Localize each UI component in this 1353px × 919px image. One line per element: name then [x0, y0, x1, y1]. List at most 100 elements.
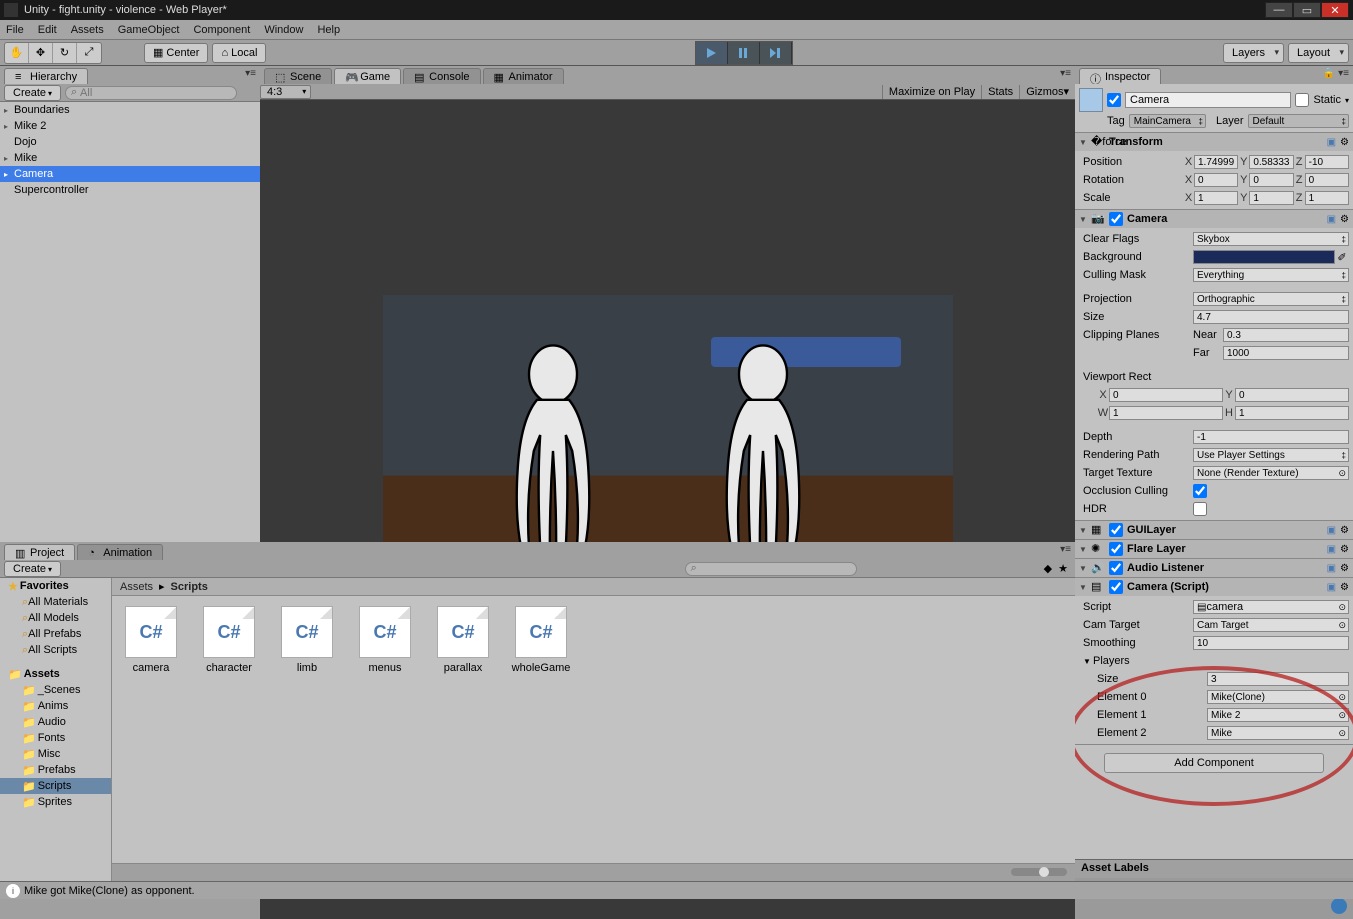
- hand-tool-icon[interactable]: ✋: [5, 43, 29, 63]
- hierarchy-item[interactable]: Dojo: [0, 134, 260, 150]
- pane-options-icon[interactable]: ▾≡: [245, 68, 256, 79]
- audiolistener-enabled-checkbox[interactable]: [1109, 561, 1123, 575]
- occlusion-culling-checkbox[interactable]: [1193, 484, 1207, 498]
- hierarchy-item-selected[interactable]: ▸Camera: [0, 166, 260, 182]
- pos-y-field[interactable]: 0.58333: [1249, 155, 1293, 169]
- folder-item[interactable]: 📁Anims: [0, 698, 111, 714]
- favorite-item[interactable]: ⌕ All Models: [0, 610, 111, 626]
- minimize-button[interactable]: —: [1265, 2, 1293, 18]
- smoothing-field[interactable]: 10: [1193, 636, 1349, 650]
- element2-field[interactable]: Mike: [1207, 726, 1349, 740]
- help-icon[interactable]: ▣: [1327, 137, 1336, 148]
- rot-y-field[interactable]: 0: [1249, 173, 1293, 187]
- play-button[interactable]: [696, 42, 728, 64]
- menu-window[interactable]: Window: [264, 24, 303, 36]
- info-icon[interactable]: i: [6, 884, 20, 898]
- stats-toggle[interactable]: Stats: [981, 85, 1019, 99]
- favorites-header[interactable]: ★Favorites: [0, 578, 111, 594]
- folder-item[interactable]: 📁Audio: [0, 714, 111, 730]
- hierarchy-search-input[interactable]: [65, 86, 237, 100]
- layout-dropdown[interactable]: Layout: [1288, 43, 1349, 63]
- guilayer-enabled-checkbox[interactable]: [1109, 523, 1123, 537]
- hierarchy-create-button[interactable]: Create: [4, 85, 61, 101]
- menu-component[interactable]: Component: [193, 24, 250, 36]
- close-button[interactable]: ✕: [1321, 2, 1349, 18]
- projection-dropdown[interactable]: Orthographic: [1193, 292, 1349, 306]
- pos-x-field[interactable]: 1.74999: [1194, 155, 1238, 169]
- tab-scene[interactable]: ⬚Scene: [264, 68, 332, 84]
- audiolistener-header[interactable]: ▼🔊Audio Listener▣⚙: [1075, 559, 1353, 577]
- pane-options-icon[interactable]: ▾≡: [1060, 544, 1071, 555]
- tab-console[interactable]: ▤Console: [403, 68, 480, 84]
- menu-edit[interactable]: Edit: [38, 24, 57, 36]
- assets-header[interactable]: 📁Assets: [0, 666, 111, 682]
- camera-enabled-checkbox[interactable]: [1109, 212, 1123, 226]
- layer-dropdown[interactable]: Default: [1248, 114, 1349, 128]
- menu-gameobject[interactable]: GameObject: [118, 24, 180, 36]
- menu-file[interactable]: File: [6, 24, 24, 36]
- tab-hierarchy[interactable]: ≡Hierarchy: [4, 68, 88, 84]
- scale-tool-icon[interactable]: ⤢: [77, 43, 101, 63]
- gear-icon[interactable]: ⚙: [1340, 137, 1349, 148]
- help-icon[interactable]: ▣: [1327, 582, 1336, 593]
- players-size-field[interactable]: 3: [1207, 672, 1349, 686]
- background-color-field[interactable]: [1193, 250, 1335, 264]
- folder-item[interactable]: 📁_Scenes: [0, 682, 111, 698]
- breadcrumb-seg[interactable]: Scripts: [171, 581, 208, 593]
- breadcrumb-seg[interactable]: Assets: [120, 581, 153, 593]
- project-create-button[interactable]: Create: [4, 561, 61, 577]
- far-field[interactable]: 1000: [1223, 346, 1349, 360]
- gear-icon[interactable]: ⚙: [1340, 563, 1349, 574]
- tab-project[interactable]: ▥Project: [4, 544, 75, 560]
- viewport-y-field[interactable]: 0: [1235, 388, 1349, 402]
- tag-icon[interactable]: [1331, 898, 1347, 914]
- tab-inspector[interactable]: ⓘInspector: [1079, 68, 1161, 84]
- menu-assets[interactable]: Assets: [71, 24, 104, 36]
- favorite-item[interactable]: ⌕ All Materials: [0, 594, 111, 610]
- viewport-x-field[interactable]: 0: [1109, 388, 1223, 402]
- pivot-rotation-button[interactable]: ⌂ Local: [212, 43, 266, 63]
- scl-y-field[interactable]: 1: [1249, 191, 1293, 205]
- search-type-icon[interactable]: ★: [1058, 562, 1068, 575]
- hierarchy-item[interactable]: Supercontroller: [0, 182, 260, 198]
- asset-item[interactable]: C#limb: [278, 606, 336, 674]
- players-label[interactable]: Players: [1093, 655, 1193, 667]
- hierarchy-item[interactable]: ▸Mike 2: [0, 118, 260, 134]
- element1-field[interactable]: Mike 2: [1207, 708, 1349, 722]
- tag-dropdown[interactable]: MainCamera: [1129, 114, 1206, 128]
- asset-item[interactable]: C#character: [200, 606, 258, 674]
- hierarchy-item[interactable]: ▸Boundaries: [0, 102, 260, 118]
- viewport-h-field[interactable]: 1: [1235, 406, 1349, 420]
- search-filter-icon[interactable]: ◆: [1044, 562, 1052, 575]
- maximize-button[interactable]: ▭: [1293, 2, 1321, 18]
- flarelayer-enabled-checkbox[interactable]: [1109, 542, 1123, 556]
- gear-icon[interactable]: ⚙: [1340, 525, 1349, 536]
- pause-button[interactable]: [728, 42, 760, 64]
- folder-item[interactable]: 📁Misc: [0, 746, 111, 762]
- help-icon[interactable]: ▣: [1327, 525, 1336, 536]
- object-name-field[interactable]: [1125, 92, 1291, 108]
- pos-z-field[interactable]: -10: [1305, 155, 1349, 169]
- gear-icon[interactable]: ⚙: [1340, 544, 1349, 555]
- gameobject-icon[interactable]: [1079, 88, 1103, 112]
- help-icon[interactable]: ▣: [1327, 563, 1336, 574]
- rotate-tool-icon[interactable]: ↻: [53, 43, 77, 63]
- static-checkbox[interactable]: [1295, 93, 1309, 107]
- maximize-on-play-toggle[interactable]: Maximize on Play: [882, 85, 981, 99]
- script-field[interactable]: ▤ camera: [1193, 600, 1349, 614]
- pivot-mode-button[interactable]: ▦ Center: [144, 43, 208, 63]
- camtarget-field[interactable]: Cam Target: [1193, 618, 1349, 632]
- thumbnail-size-slider[interactable]: [1011, 868, 1067, 876]
- aspect-dropdown[interactable]: 4:3: [260, 85, 311, 99]
- step-button[interactable]: [760, 42, 792, 64]
- camera-script-header[interactable]: ▼▤Camera (Script)▣⚙: [1075, 578, 1353, 596]
- menu-help[interactable]: Help: [317, 24, 340, 36]
- scl-z-field[interactable]: 1: [1305, 191, 1349, 205]
- asset-item[interactable]: C#menus: [356, 606, 414, 674]
- camera-script-enabled-checkbox[interactable]: [1109, 580, 1123, 594]
- active-checkbox[interactable]: [1107, 93, 1121, 107]
- camera-header[interactable]: ▼ 📷 Camera ▣ ⚙: [1075, 210, 1353, 228]
- tab-animator[interactable]: ▦Animator: [483, 68, 564, 84]
- layers-dropdown[interactable]: Layers: [1223, 43, 1284, 63]
- gear-icon[interactable]: ⚙: [1340, 582, 1349, 593]
